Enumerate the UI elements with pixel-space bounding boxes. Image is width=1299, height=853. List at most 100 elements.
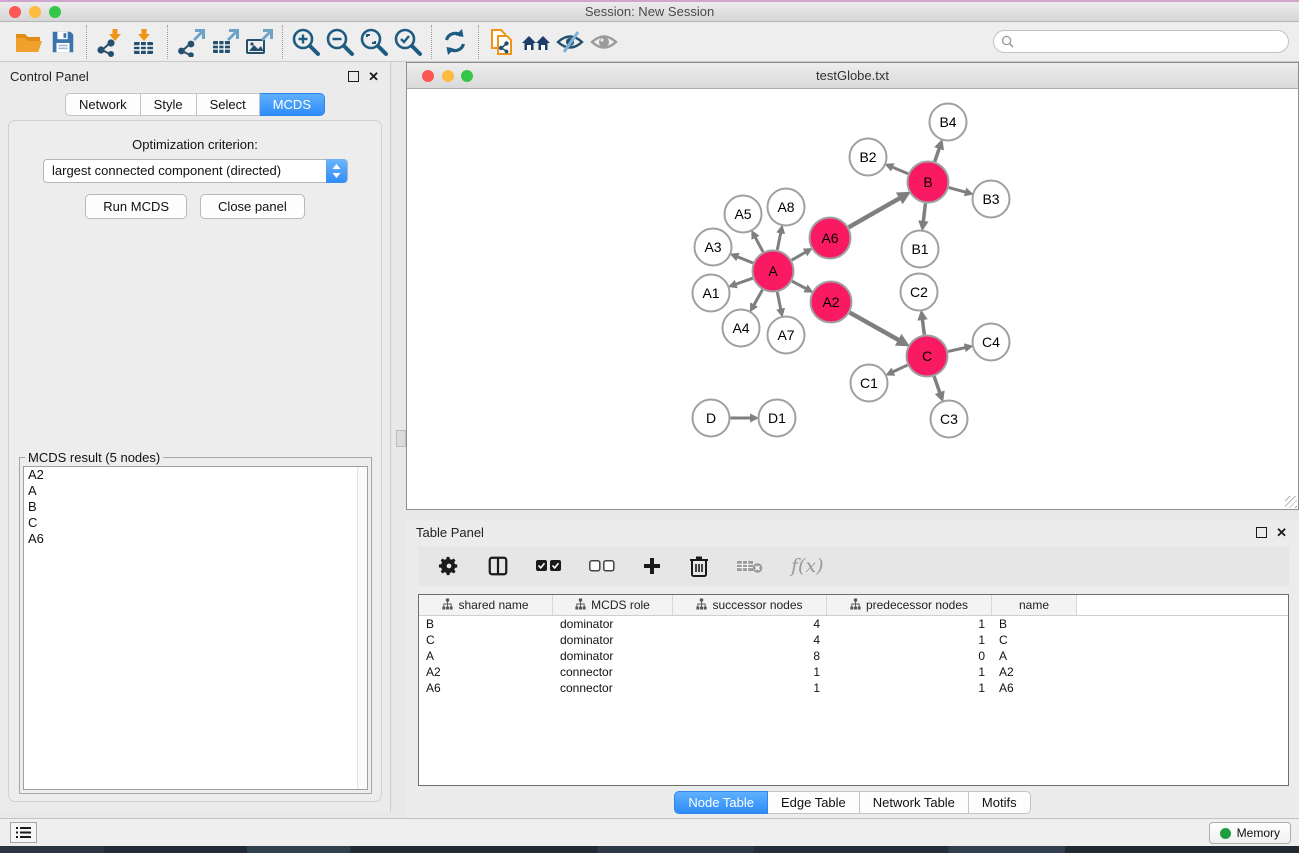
import-table-icon[interactable] — [127, 26, 161, 58]
delete-table-icon[interactable] — [736, 558, 764, 574]
deselect-all-icon[interactable] — [589, 560, 615, 573]
result-item[interactable]: A — [24, 483, 367, 499]
cell-shared-name[interactable]: A2 — [419, 664, 553, 680]
zoom-in-icon[interactable] — [289, 26, 323, 58]
tab-network[interactable]: Network — [65, 93, 141, 116]
hide-selected-icon[interactable] — [553, 26, 587, 58]
close-table-panel-icon[interactable]: ✕ — [1276, 526, 1287, 539]
edge-C-C2[interactable] — [922, 318, 924, 335]
edge-A-A2[interactable] — [792, 281, 807, 289]
table-row[interactable]: A2connector11A2 — [419, 664, 1288, 680]
cell-predecessor-nodes[interactable]: 1 — [827, 664, 992, 680]
cell-shared-name[interactable]: A6 — [419, 680, 553, 696]
edge-C-C3[interactable] — [934, 376, 940, 394]
cell-predecessor-nodes[interactable]: 1 — [827, 680, 992, 696]
table-row[interactable]: Adominator80A — [419, 648, 1288, 664]
zoom-fit-icon[interactable] — [357, 26, 391, 58]
edge-A6-B[interactable] — [849, 197, 902, 227]
select-all-icon[interactable] — [536, 560, 562, 573]
edge-C-C4[interactable] — [948, 347, 966, 351]
column-header-predecessor-nodes[interactable]: predecessor nodes — [827, 595, 992, 615]
tab-select[interactable]: Select — [197, 93, 260, 116]
cell-name[interactable]: C — [992, 632, 1077, 648]
settings-gear-icon[interactable] — [438, 555, 460, 577]
function-builder-icon[interactable]: f(x) — [791, 555, 824, 577]
show-columns-icon[interactable] — [487, 555, 509, 577]
edge-C-C1[interactable] — [892, 365, 908, 372]
column-header-successor-nodes[interactable]: successor nodes — [673, 595, 827, 615]
edge-A-A1[interactable] — [735, 278, 753, 284]
tab-style[interactable]: Style — [141, 93, 197, 116]
cell-successor-nodes[interactable]: 4 — [673, 632, 827, 648]
cell-mcds-role[interactable]: connector — [553, 680, 673, 696]
edge-A-A4[interactable] — [753, 290, 762, 306]
table-row[interactable]: A6connector11A6 — [419, 680, 1288, 696]
network-close-button[interactable] — [422, 70, 434, 82]
network-zoom-button[interactable] — [461, 70, 473, 82]
result-item[interactable]: C — [24, 515, 367, 531]
add-row-icon[interactable] — [642, 556, 662, 576]
result-item[interactable]: B — [24, 499, 367, 515]
cell-mcds-role[interactable]: connector — [553, 664, 673, 680]
import-network-icon[interactable] — [93, 26, 127, 58]
memory-button[interactable]: Memory — [1209, 822, 1291, 844]
panel-splitter-handle[interactable] — [396, 430, 406, 447]
run-mcds-button[interactable]: Run MCDS — [85, 194, 187, 219]
network-minimize-button[interactable] — [442, 70, 454, 82]
open-file-icon[interactable] — [12, 26, 46, 58]
tab-mcds[interactable]: MCDS — [260, 93, 325, 116]
cell-mcds-role[interactable]: dominator — [553, 616, 673, 632]
edge-A-A6[interactable] — [792, 252, 807, 261]
node-table[interactable]: shared nameMCDS rolesuccessor nodesprede… — [418, 594, 1289, 786]
export-network-icon[interactable] — [174, 26, 208, 58]
refresh-view-icon[interactable] — [438, 26, 472, 58]
edge-B-B4[interactable] — [935, 147, 940, 162]
cell-shared-name[interactable]: C — [419, 632, 553, 648]
float-panel-icon[interactable] — [348, 71, 359, 82]
tab-network-table[interactable]: Network Table — [860, 791, 969, 814]
edge-A-A3[interactable] — [736, 256, 753, 263]
cell-predecessor-nodes[interactable]: 0 — [827, 648, 992, 664]
edge-B-B1[interactable] — [923, 203, 925, 223]
column-header-name[interactable]: name — [992, 595, 1077, 615]
edge-A2-C[interactable] — [850, 313, 901, 342]
delete-row-icon[interactable] — [689, 555, 709, 577]
cell-shared-name[interactable]: B — [419, 616, 553, 632]
window-zoom-button[interactable] — [49, 6, 61, 18]
window-minimize-button[interactable] — [29, 6, 41, 18]
result-list-scrollbar[interactable] — [357, 467, 367, 789]
tab-motifs[interactable]: Motifs — [969, 791, 1031, 814]
save-session-icon[interactable] — [46, 26, 80, 58]
cell-name[interactable]: A2 — [992, 664, 1077, 680]
table-row[interactable]: Cdominator41C — [419, 632, 1288, 648]
edge-A-A5[interactable] — [755, 236, 763, 252]
tab-edge-table[interactable]: Edge Table — [768, 791, 860, 814]
edge-A-A8[interactable] — [777, 232, 781, 250]
edge-B-B3[interactable] — [949, 188, 967, 193]
tab-node-table[interactable]: Node Table — [674, 791, 768, 814]
close-panel-icon[interactable]: ✕ — [368, 70, 379, 83]
window-close-button[interactable] — [9, 6, 21, 18]
cell-mcds-role[interactable]: dominator — [553, 632, 673, 648]
cell-successor-nodes[interactable]: 1 — [673, 664, 827, 680]
float-table-panel-icon[interactable] — [1256, 527, 1267, 538]
show-all-icon[interactable] — [587, 26, 621, 58]
first-neighbors-icon[interactable] — [519, 26, 553, 58]
task-history-button[interactable] — [10, 822, 37, 843]
cell-shared-name[interactable]: A — [419, 648, 553, 664]
cell-predecessor-nodes[interactable]: 1 — [827, 632, 992, 648]
criterion-select[interactable]: largest connected component (directed) — [43, 159, 348, 183]
cell-name[interactable]: B — [992, 616, 1077, 632]
export-table-icon[interactable] — [208, 26, 242, 58]
cell-successor-nodes[interactable]: 8 — [673, 648, 827, 664]
result-item[interactable]: A2 — [24, 467, 367, 483]
export-image-icon[interactable] — [242, 26, 276, 58]
cell-predecessor-nodes[interactable]: 1 — [827, 616, 992, 632]
window-resize-grip[interactable] — [1285, 496, 1297, 508]
zoom-selected-icon[interactable] — [391, 26, 425, 58]
search-input[interactable] — [993, 30, 1289, 53]
new-network-from-selection-icon[interactable] — [485, 26, 519, 58]
close-panel-button[interactable]: Close panel — [200, 194, 305, 219]
column-header-mcds-role[interactable]: MCDS role — [553, 595, 673, 615]
cell-name[interactable]: A — [992, 648, 1077, 664]
